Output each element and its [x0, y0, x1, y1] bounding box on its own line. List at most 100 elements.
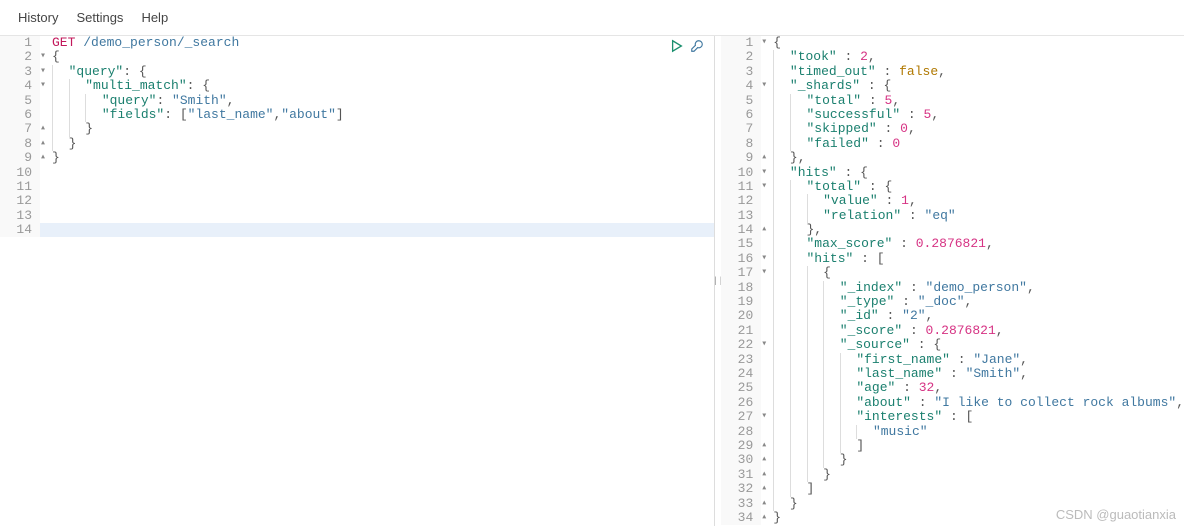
line-number: 23 [721, 353, 761, 367]
code-line[interactable]: 27▾ "interests" : [ [721, 410, 1184, 424]
code-line[interactable]: 23 "first_name" : "Jane", [721, 353, 1184, 367]
fold-toggle[interactable]: ▾ [761, 79, 771, 93]
code-line[interactable]: 5 "total" : 5, [721, 94, 1184, 108]
fold-toggle[interactable]: ▴ [761, 439, 771, 453]
code-line[interactable]: 7 "skipped" : 0, [721, 122, 1184, 136]
wrench-icon[interactable] [690, 39, 704, 57]
code-line[interactable]: 5 "query": "Smith", [0, 94, 714, 108]
code-line[interactable]: 31▴ } [721, 468, 1184, 482]
code-line[interactable]: 3 "timed_out" : false, [721, 65, 1184, 79]
code-line[interactable]: 1▾{ [721, 36, 1184, 50]
fold-toggle[interactable]: ▾ [761, 266, 771, 280]
fold-toggle [761, 281, 771, 295]
code-line[interactable]: 28 "music" [721, 425, 1184, 439]
request-code[interactable]: 1GET /demo_person/_search2▾{3▾ "query": … [0, 36, 714, 526]
code-line[interactable]: 10▾ "hits" : { [721, 166, 1184, 180]
code-line[interactable]: 19 "_type" : "_doc", [721, 295, 1184, 309]
code-line[interactable]: 2 "took" : 2, [721, 50, 1184, 64]
code-line[interactable]: 16▾ "hits" : [ [721, 252, 1184, 266]
fold-toggle[interactable]: ▴ [40, 151, 50, 165]
code-line[interactable]: 20 "_id" : "2", [721, 309, 1184, 323]
run-icon[interactable] [670, 39, 684, 57]
line-number: 14 [0, 223, 40, 237]
response-viewer[interactable]: 1▾{2 "took" : 2,3 "timed_out" : false,4▾… [721, 36, 1184, 526]
code-line[interactable]: 12 "value" : 1, [721, 194, 1184, 208]
line-number: 10 [0, 166, 40, 180]
fold-toggle[interactable]: ▾ [761, 338, 771, 352]
code-line[interactable]: 17▾ { [721, 266, 1184, 280]
fold-toggle[interactable]: ▾ [40, 65, 50, 79]
code-line[interactable]: 32▴ ] [721, 482, 1184, 496]
fold-toggle[interactable]: ▴ [761, 482, 771, 496]
fold-toggle[interactable]: ▾ [761, 252, 771, 266]
line-number: 7 [0, 122, 40, 136]
code-line[interactable]: 14 [0, 223, 714, 237]
code-line[interactable]: 30▴ } [721, 453, 1184, 467]
code-line[interactable]: 26 "about" : "I like to collect rock alb… [721, 396, 1184, 410]
line-number: 13 [0, 209, 40, 223]
fold-toggle[interactable]: ▴ [761, 468, 771, 482]
fold-toggle[interactable]: ▴ [40, 122, 50, 136]
code-line[interactable]: 2▾{ [0, 50, 714, 64]
code-line[interactable]: 29▴ ] [721, 439, 1184, 453]
code-line[interactable]: 4▾ "_shards" : { [721, 79, 1184, 93]
line-number: 1 [721, 36, 761, 50]
line-number: 9 [721, 151, 761, 165]
fold-toggle[interactable]: ▾ [761, 410, 771, 424]
menu-settings[interactable]: Settings [76, 10, 123, 25]
fold-toggle[interactable]: ▾ [761, 180, 771, 194]
fold-toggle [40, 108, 50, 122]
fold-toggle [40, 166, 50, 180]
code-line[interactable]: 8 "failed" : 0 [721, 137, 1184, 151]
code-line[interactable]: 9▴} [0, 151, 714, 165]
line-number: 11 [721, 180, 761, 194]
line-number: 30 [721, 453, 761, 467]
fold-toggle[interactable]: ▾ [40, 50, 50, 64]
menubar: History Settings Help [0, 0, 1184, 36]
fold-toggle[interactable]: ▾ [761, 36, 771, 50]
code-line[interactable]: 14▴ }, [721, 223, 1184, 237]
code-line[interactable]: 13 [0, 209, 714, 223]
fold-toggle[interactable]: ▴ [761, 453, 771, 467]
code-line[interactable]: 11 [0, 180, 714, 194]
line-number: 27 [721, 410, 761, 424]
code-line[interactable]: 7▴ } [0, 122, 714, 136]
code-line[interactable]: 21 "_score" : 0.2876821, [721, 324, 1184, 338]
code-line[interactable]: 4▾ "multi_match": { [0, 79, 714, 93]
code-line[interactable]: 11▾ "total" : { [721, 180, 1184, 194]
fold-toggle[interactable]: ▴ [40, 137, 50, 151]
line-number: 11 [0, 180, 40, 194]
code-line[interactable]: 10 [0, 166, 714, 180]
code-line[interactable]: 13 "relation" : "eq" [721, 209, 1184, 223]
fold-toggle[interactable]: ▾ [40, 79, 50, 93]
fold-toggle [761, 295, 771, 309]
fold-toggle[interactable]: ▾ [761, 166, 771, 180]
code-line[interactable]: 22▾ "_source" : { [721, 338, 1184, 352]
code-line[interactable]: 3▾ "query": { [0, 65, 714, 79]
menu-help[interactable]: Help [141, 10, 168, 25]
code-line[interactable]: 15 "max_score" : 0.2876821, [721, 237, 1184, 251]
code-line[interactable]: 18 "_index" : "demo_person", [721, 281, 1184, 295]
code-line[interactable]: 6 "successful" : 5, [721, 108, 1184, 122]
menu-history[interactable]: History [18, 10, 58, 25]
code-line[interactable]: 8▴ } [0, 137, 714, 151]
code-line[interactable]: 1GET /demo_person/_search [0, 36, 714, 50]
line-number: 25 [721, 381, 761, 395]
line-number: 19 [721, 295, 761, 309]
fold-toggle[interactable]: ▴ [761, 511, 771, 525]
code-line[interactable]: 12 [0, 194, 714, 208]
request-editor[interactable]: 1GET /demo_person/_search2▾{3▾ "query": … [0, 36, 715, 526]
editor-actions [670, 39, 704, 57]
fold-toggle[interactable]: ▴ [761, 497, 771, 511]
code-line[interactable]: 24 "last_name" : "Smith", [721, 367, 1184, 381]
line-number: 10 [721, 166, 761, 180]
line-number: 13 [721, 209, 761, 223]
code-line[interactable]: 9▴ }, [721, 151, 1184, 165]
fold-toggle[interactable]: ▴ [761, 151, 771, 165]
fold-toggle [40, 94, 50, 108]
code-line[interactable]: 25 "age" : 32, [721, 381, 1184, 395]
fold-toggle [40, 223, 50, 237]
fold-toggle[interactable]: ▴ [761, 223, 771, 237]
code-line[interactable]: 6 "fields": ["last_name","about"] [0, 108, 714, 122]
fold-toggle [40, 180, 50, 194]
